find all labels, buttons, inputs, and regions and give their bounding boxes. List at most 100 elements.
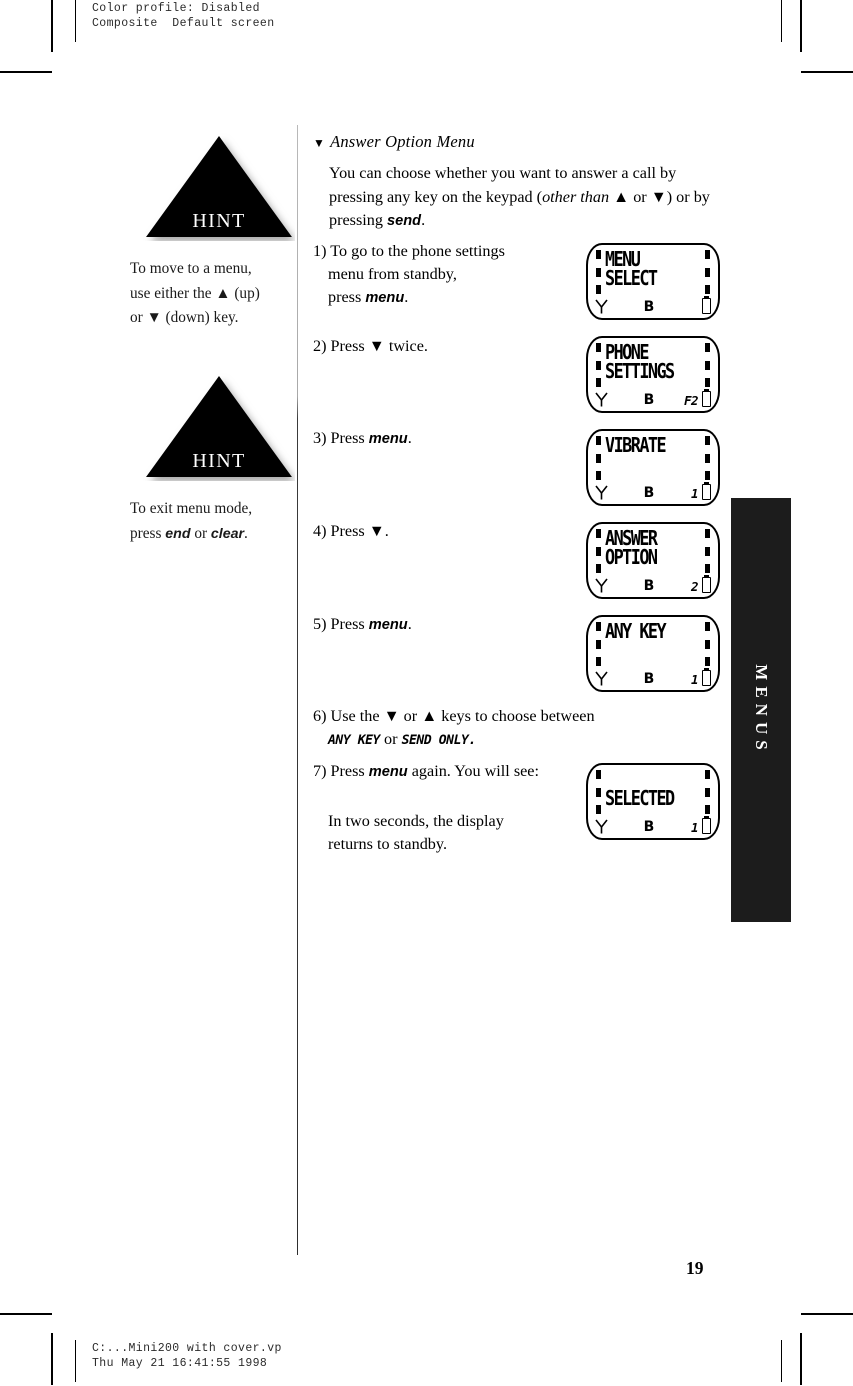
step-1-line3: press menu. (313, 286, 613, 310)
up-arrow-icon: ▲ (421, 707, 438, 725)
step-2-line1-b: twice. (384, 337, 428, 355)
step-2: 2) Press ▼ twice. (313, 335, 613, 358)
lcd-text-row2: SELECTED (605, 787, 675, 812)
battery-icon (702, 816, 711, 834)
lcd-mode-indicator: B (643, 578, 655, 594)
hint-badge-label: HINT (192, 210, 246, 232)
key-menu: menu (365, 290, 405, 306)
lcd-mode-indicator: B (643, 819, 655, 835)
battery-icon (702, 296, 711, 314)
step-6-line2: ANY KEY or SEND ONLY. (313, 728, 643, 752)
signal-bars-right-icon (705, 770, 710, 814)
lcd-inner: ANSWER OPTION B 2 (586, 522, 720, 599)
lcd-screen-menu-select: MENU SELECT B (586, 243, 720, 320)
page-title: ▼ Answer Option Menu (313, 132, 733, 152)
step-4-line1-a: Press (330, 522, 369, 540)
lcd-screen-vibrate: VIBRATE B 1 (586, 429, 720, 506)
lcd-menu-index: 1 (690, 820, 699, 835)
step-7-number: 7) (313, 762, 327, 780)
battery-icon (702, 668, 711, 686)
key-menu: menu (368, 431, 408, 447)
key-menu: menu (368, 764, 408, 780)
step-6-line2-mid: or (380, 730, 402, 748)
lcd-text-row2: SELECT (605, 267, 658, 292)
down-arrow-icon: ▼ (146, 309, 162, 326)
step-5: 5) Press menu. (313, 613, 613, 637)
lcd-inner: PHONE SETTINGS B F2 (586, 336, 720, 413)
hint1-line3-a: or (130, 309, 147, 326)
section-title-text: Answer Option Menu (330, 132, 475, 151)
option-send-only: SEND ONLY. (401, 733, 477, 748)
lcd-text-row2: SETTINGS (605, 360, 675, 385)
step-7-line1-b: again. You will see: (407, 762, 539, 780)
step-5-line1-b: . (407, 615, 412, 633)
signal-bars-left-icon (596, 436, 601, 480)
key-end: end (165, 525, 191, 542)
lcd-inner: ANY KEY B 1 (586, 615, 720, 692)
signal-bars-right-icon (705, 436, 710, 480)
hint2-line2-c: . (244, 524, 248, 542)
key-send: send (387, 213, 422, 229)
step-4-line1-b: . (384, 522, 389, 540)
battery-icon (702, 389, 711, 407)
lcd-status-bar: B 1 (586, 816, 720, 835)
down-arrow-icon: ▼ (383, 707, 400, 725)
up-arrow-icon: ▲ (215, 284, 231, 302)
key-clear: clear (210, 525, 245, 542)
step-6-line1-c: keys to choose between (437, 707, 595, 725)
lcd-status-bar: B (586, 296, 720, 315)
step-1: 1) To go to the phone settings menu from… (313, 240, 613, 310)
signal-bars-left-icon (596, 529, 601, 573)
lcd-menu-index: 1 (690, 486, 699, 501)
hint-text-2: To exit menu mode, press end or clear. (130, 497, 310, 546)
lcd-status-bar: B 1 (586, 668, 720, 687)
lcd-screen-answer-option: ANSWER OPTION B 2 (586, 522, 720, 599)
step-6-number: 6) (313, 707, 327, 725)
hint1-line3-b: (down) key. (161, 309, 239, 326)
page-number: 19 (686, 1258, 704, 1278)
lcd-inner: MENU SELECT B (586, 243, 720, 320)
step-1-line2: menu from standby, (328, 265, 457, 283)
signal-bars-right-icon (705, 622, 710, 666)
step-6: 6) Use the ▼ or ▲ keys to choose between… (313, 705, 643, 752)
hint-badge-1: HINT (143, 133, 295, 241)
section-marker-icon: ▼ (313, 136, 326, 150)
step-2-number: 2) (313, 337, 327, 355)
hint1-line2-a: use either the (130, 284, 216, 302)
intro-emphasis: other than (542, 187, 610, 206)
lcd-inner: SELECTED B 1 (586, 763, 720, 840)
lcd-screen-selected: SELECTED B 1 (586, 763, 720, 840)
hint1-line1: To move to a menu, (130, 260, 252, 277)
step-3: 3) Press menu. (313, 427, 613, 451)
step-6-line1-a: Use the (330, 707, 384, 725)
lcd-status-bar: B 2 (586, 575, 720, 594)
hint1-line2-b: (up) (230, 284, 260, 302)
signal-bars-right-icon (705, 343, 710, 387)
lcd-mode-indicator: B (643, 299, 655, 315)
key-menu: menu (368, 617, 408, 633)
step-3-number: 3) (313, 429, 327, 447)
lcd-status-bar: B F2 (586, 389, 720, 408)
lcd-menu-index: F2 (683, 393, 699, 408)
step-6-line1-b: or (399, 707, 422, 725)
signal-bars-left-icon (596, 622, 601, 666)
step-5-number: 5) (313, 615, 327, 633)
signal-bars-right-icon (705, 250, 710, 294)
manual-page: HINT To move to a menu, use either the ▲… (0, 0, 853, 1386)
hint-badge-2: HINT (143, 373, 295, 481)
hint-block-navigate-menu: HINT To move to a menu, use either the ▲… (130, 133, 310, 331)
signal-bars-right-icon (705, 529, 710, 573)
option-any-key: ANY KEY (328, 733, 380, 748)
step-3-line1-a: Press (330, 429, 369, 447)
signal-bars-left-icon (596, 770, 601, 814)
step-1-line3-b: . (404, 288, 409, 306)
lcd-screen-phone-settings: PHONE SETTINGS B F2 (586, 336, 720, 413)
lcd-status-bar: B 1 (586, 482, 720, 501)
step-5-line1-a: Press (330, 615, 369, 633)
battery-icon (702, 575, 711, 593)
lcd-mode-indicator: B (643, 671, 655, 687)
hint-block-exit-menu: HINT To exit menu mode, press end or cle… (130, 373, 310, 546)
intro-part3: . (421, 211, 426, 229)
hint2-line1: To exit menu mode, (130, 500, 253, 517)
lcd-text-row1: ANY KEY (605, 620, 667, 645)
